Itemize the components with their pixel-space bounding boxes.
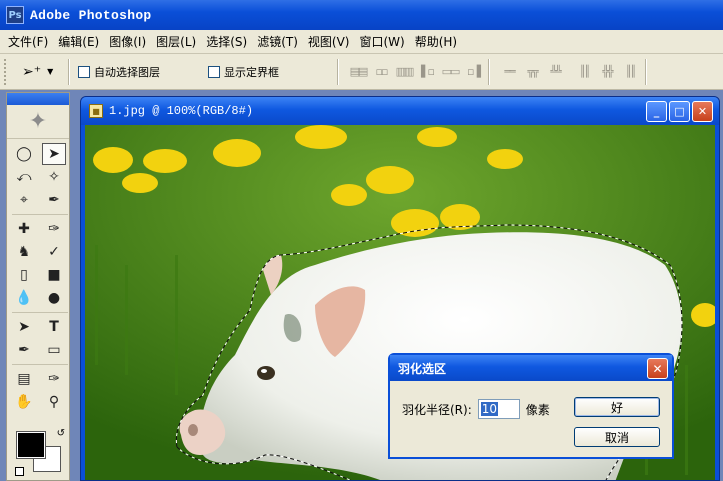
divider: [488, 58, 490, 85]
divider: [337, 58, 339, 85]
feather-radius-label: 羽化半径(R):: [402, 402, 472, 417]
menu-view[interactable]: 视图(V): [304, 33, 354, 50]
photoshop-logo-icon: Ps: [6, 6, 24, 24]
auto-select-layer-checkbox[interactable]: 自动选择图层: [78, 64, 160, 80]
menu-help[interactable]: 帮助(H): [411, 33, 461, 50]
align-right-icon[interactable]: ▫▐: [464, 64, 482, 80]
color-swatches: ↺: [15, 428, 65, 476]
chevron-down-icon: ▼: [47, 67, 54, 76]
cancel-button[interactable]: 取消: [574, 427, 660, 447]
hand-tool-icon[interactable]: ✋: [12, 391, 36, 413]
divider: [12, 312, 68, 313]
menu-edit[interactable]: 编辑(E): [54, 33, 103, 50]
ok-button[interactable]: 好: [574, 397, 660, 417]
checkbox-box[interactable]: [208, 65, 220, 78]
align-bottom-icon[interactable]: ▥▥: [395, 64, 415, 80]
align-buttons: ▤▤ ▫▫ ▥▥ ▌▫ ▭▭ ▫▐: [349, 64, 482, 80]
distribute-vcenter-icon[interactable]: ╦╦: [523, 64, 541, 80]
feather-radius-value: 10: [480, 402, 499, 416]
distribute-left-icon[interactable]: ║║: [575, 64, 593, 80]
slice-tool-icon[interactable]: ✒: [42, 189, 66, 211]
auto-select-layer-label: 自动选择图层: [94, 65, 160, 79]
align-left-icon[interactable]: ▌▫: [418, 64, 436, 80]
swap-colors-icon[interactable]: ↺: [57, 428, 65, 439]
feather-radius-row: 羽化半径(R): 10 像素: [402, 399, 550, 419]
align-hcenter-icon[interactable]: ▭▭: [441, 64, 461, 80]
menu-image[interactable]: 图像(I): [105, 33, 150, 50]
distribute-right-icon[interactable]: ║║: [621, 64, 639, 80]
divider: [68, 58, 70, 85]
menu-window[interactable]: 窗口(W): [355, 33, 408, 50]
menu-select[interactable]: 选择(S): [202, 33, 251, 50]
distribute-bottom-icon[interactable]: ╩╩: [546, 64, 564, 80]
healing-brush-tool-icon[interactable]: ✚: [12, 218, 36, 240]
show-bounding-box-checkbox[interactable]: 显示定界框: [208, 64, 279, 80]
show-bounding-box-label: 显示定界框: [224, 65, 279, 79]
feather-radius-input[interactable]: 10: [477, 399, 520, 419]
divider: [12, 214, 68, 215]
blur-tool-icon[interactable]: 💧: [12, 287, 36, 309]
history-brush-tool-icon[interactable]: ✓: [42, 241, 66, 263]
distribute-buttons: ══ ╦╦ ╩╩ ║║ ╬╬ ║║: [500, 64, 639, 80]
feather-selection-dialog: 羽化选区 ✕ 羽化半径(R): 10 像素 好 取消: [388, 353, 674, 459]
feather-logo-icon[interactable]: ✦: [7, 105, 69, 139]
menu-bar: 文件(F) 编辑(E) 图像(I) 图层(L) 选择(S) 滤镜(T) 视图(V…: [0, 30, 723, 54]
brush-tool-icon[interactable]: ✑: [42, 218, 66, 240]
gradient-tool-icon[interactable]: ■: [42, 264, 66, 286]
app-title-bar: Ps Adobe Photoshop: [0, 0, 723, 30]
eraser-tool-icon[interactable]: ▯: [12, 264, 36, 286]
minimize-icon[interactable]: _: [646, 101, 667, 122]
toolbox: ✦ ◯ ➤ ⤺ ✧ ⌖ ✒ ✚ ✑ ♞ ✓ ▯ ■ 💧 ● ➤ T ✒ ▭ ▤ …: [6, 92, 70, 481]
close-icon[interactable]: ✕: [692, 101, 713, 122]
crop-tool-icon[interactable]: ⌖: [12, 189, 36, 211]
zoom-tool-icon[interactable]: ⚲: [42, 391, 66, 413]
move-tool-icon: ➢⁺: [22, 63, 42, 80]
default-colors-icon[interactable]: [15, 467, 24, 476]
path-selection-tool-icon[interactable]: ➤: [12, 316, 36, 338]
checkbox-box[interactable]: [78, 65, 90, 78]
unit-label: 像素: [525, 402, 550, 417]
options-bar: ➢⁺ ▼ 自动选择图层 显示定界框 ▤▤ ▫▫ ▥▥ ▌▫ ▭▭ ▫▐ ══ ╦…: [0, 54, 723, 90]
close-icon[interactable]: ✕: [647, 358, 668, 379]
toolbox-header[interactable]: [7, 93, 69, 105]
lasso-tool-icon[interactable]: ⤺: [12, 166, 36, 188]
magic-wand-tool-icon[interactable]: ✧: [42, 166, 66, 188]
type-tool-icon[interactable]: T: [42, 316, 66, 338]
window-controls: _ □ ✕: [646, 101, 713, 122]
shape-tool-icon[interactable]: ▭: [42, 339, 66, 361]
tool-preset-picker[interactable]: ➢⁺ ▼: [22, 64, 62, 80]
menu-layer[interactable]: 图层(L): [152, 33, 200, 50]
distribute-top-icon[interactable]: ══: [500, 64, 518, 80]
jpg-file-icon: ■: [89, 104, 103, 118]
options-grip[interactable]: [4, 58, 8, 85]
divider: [12, 364, 68, 365]
move-tool-icon[interactable]: ➤: [42, 143, 66, 165]
foreground-color-swatch[interactable]: [16, 431, 46, 459]
eyedropper-tool-icon[interactable]: ✑: [42, 368, 66, 390]
clone-stamp-tool-icon[interactable]: ♞: [12, 241, 36, 263]
align-top-icon[interactable]: ▤▤: [349, 64, 369, 80]
pen-tool-icon[interactable]: ✒: [12, 339, 36, 361]
maximize-icon[interactable]: □: [669, 101, 690, 122]
align-vcenter-icon[interactable]: ▫▫: [372, 64, 390, 80]
tool-grid: ◯ ➤ ⤺ ✧ ⌖ ✒ ✚ ✑ ♞ ✓ ▯ ■ 💧 ● ➤ T ✒ ▭ ▤ ✑ …: [7, 139, 69, 417]
document-title-bar[interactable]: ■ 1.jpg @ 100%(RGB/8#): [81, 97, 719, 125]
dialog-title[interactable]: 羽化选区: [390, 355, 672, 381]
menu-filter[interactable]: 滤镜(T): [253, 33, 302, 50]
distribute-hcenter-icon[interactable]: ╬╬: [598, 64, 616, 80]
document-title: 1.jpg @ 100%(RGB/8#): [109, 104, 254, 118]
app-title: Adobe Photoshop: [30, 7, 152, 23]
notes-tool-icon[interactable]: ▤: [12, 368, 36, 390]
marquee-tool-icon[interactable]: ◯: [12, 143, 36, 165]
divider: [645, 58, 647, 85]
dodge-tool-icon[interactable]: ●: [42, 287, 66, 309]
menu-file[interactable]: 文件(F): [4, 33, 52, 50]
